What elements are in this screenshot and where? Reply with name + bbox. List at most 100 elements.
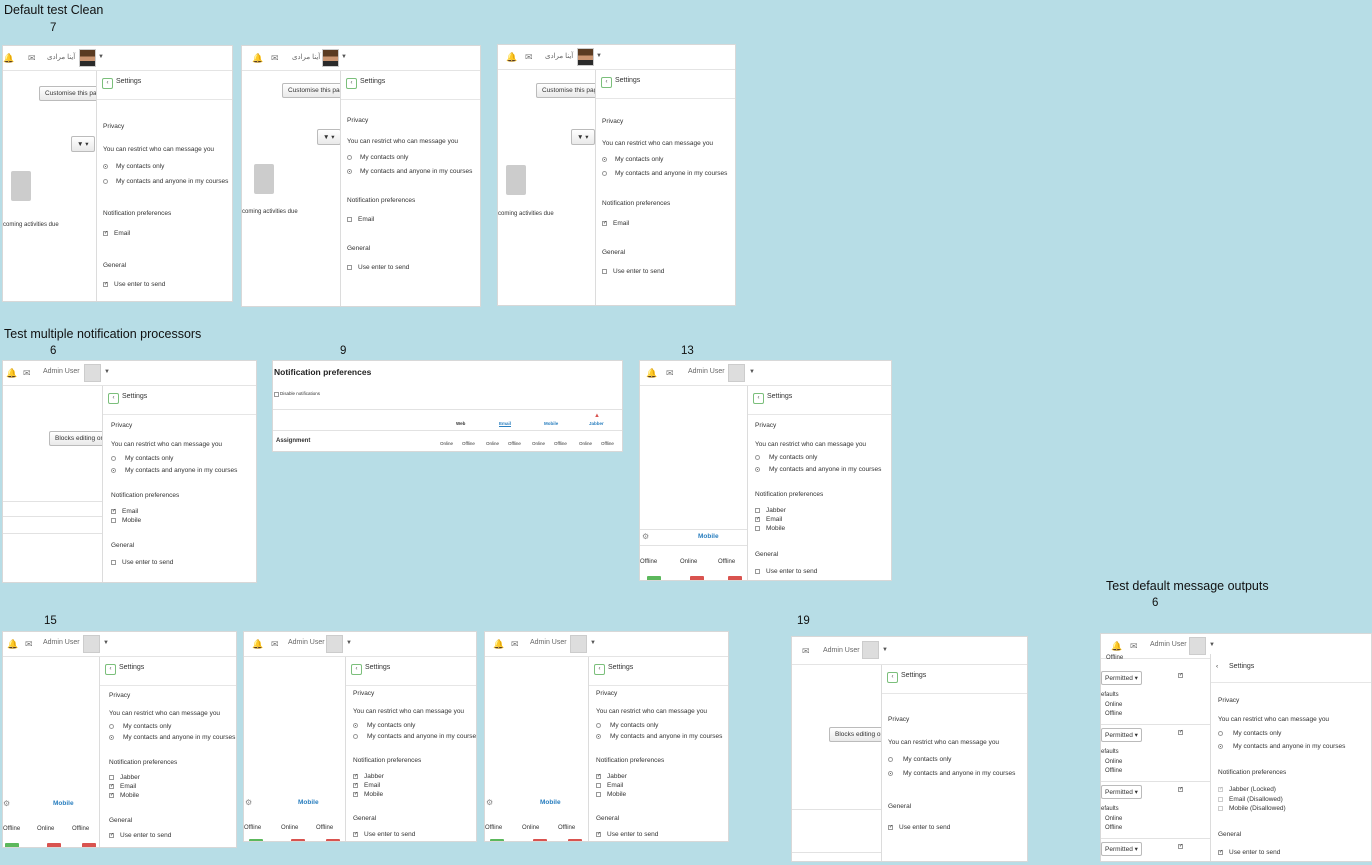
chevron-down-icon[interactable]: ▼ — [98, 54, 104, 60]
message-icon[interactable]: ✉ — [802, 646, 810, 657]
avatar[interactable] — [322, 49, 339, 67]
radio-contacts-anyone[interactable] — [111, 468, 116, 473]
enter-checkbox[interactable]: ✓ — [109, 833, 114, 838]
avatar[interactable] — [84, 364, 101, 382]
mobile-checkbox[interactable]: ✓ — [353, 792, 358, 797]
back-icon[interactable]: ‹ — [753, 393, 764, 404]
cell[interactable]: Online — [440, 441, 453, 446]
cell[interactable]: Online — [486, 441, 499, 446]
cell[interactable]: Online — [532, 441, 545, 446]
user-name[interactable]: Admin User — [823, 647, 860, 654]
toggle-on[interactable] — [5, 843, 19, 847]
back-icon[interactable]: ‹ — [601, 77, 612, 88]
bell-icon[interactable]: 🔔 — [6, 368, 17, 379]
radio-contacts-anyone[interactable] — [888, 771, 893, 776]
mobile-checkbox[interactable]: ✓ — [109, 793, 114, 798]
user-name[interactable]: Admin User — [43, 368, 80, 375]
radio-contacts-anyone[interactable] — [755, 467, 760, 472]
chevron-down-icon[interactable]: ▼ — [596, 53, 602, 59]
jabber-checkbox[interactable]: ✓ — [353, 774, 358, 779]
message-icon[interactable]: ✉ — [525, 52, 533, 63]
jabber-checkbox[interactable] — [755, 508, 760, 513]
filter-button[interactable]: ▼ ▾ — [317, 129, 341, 145]
radio-contacts-anyone[interactable] — [353, 734, 358, 739]
radio-contacts-only[interactable] — [111, 456, 116, 461]
mobile-checkbox[interactable] — [596, 792, 601, 797]
toggle-off[interactable] — [690, 576, 704, 580]
chevron-down-icon[interactable]: ▼ — [590, 640, 596, 646]
chevron-down-icon[interactable]: ▼ — [749, 369, 755, 375]
toggle-off[interactable] — [47, 843, 61, 847]
mobile-checkbox[interactable] — [111, 518, 116, 523]
toggle-off[interactable] — [533, 839, 547, 841]
mobile-column-header[interactable]: Mobile — [698, 533, 719, 540]
toggle-off[interactable] — [326, 839, 340, 841]
avatar[interactable] — [728, 364, 745, 382]
radio-contacts-only[interactable] — [347, 155, 352, 160]
message-icon[interactable]: ✉ — [1130, 641, 1138, 652]
toggle-on[interactable] — [249, 839, 263, 841]
avatar[interactable] — [1189, 637, 1206, 655]
cell[interactable]: Offline — [601, 441, 614, 446]
cell[interactable]: Online — [579, 441, 592, 446]
toggle-off[interactable] — [728, 576, 742, 580]
gear-icon[interactable]: ⚙ — [486, 798, 493, 807]
mobile-column-header[interactable]: Mobile — [53, 800, 74, 807]
email-checkbox[interactable]: ✓ — [109, 784, 114, 789]
radio-contacts-only[interactable] — [755, 455, 760, 460]
user-name[interactable]: Admin User — [530, 639, 567, 646]
enter-checkbox[interactable]: ✓ — [103, 282, 108, 287]
enter-checkbox[interactable] — [755, 569, 760, 574]
back-icon[interactable]: ‹ — [108, 393, 119, 404]
message-icon[interactable]: ✉ — [25, 639, 33, 650]
email-checkbox[interactable] — [347, 217, 352, 222]
enter-checkbox[interactable] — [111, 560, 116, 565]
cell[interactable]: Offline — [508, 441, 521, 446]
bell-icon[interactable]: 🔔 — [506, 52, 517, 63]
jabber-checkbox[interactable]: ✓ — [596, 774, 601, 779]
permission-select[interactable]: Permitted ▾ — [1101, 671, 1142, 685]
chevron-down-icon[interactable]: ▼ — [346, 640, 352, 646]
avatar[interactable] — [577, 48, 594, 66]
toggle-off[interactable] — [568, 839, 582, 841]
permission-select[interactable]: Permitted ▾ — [1101, 842, 1142, 856]
chevron-down-icon[interactable]: ▼ — [104, 369, 110, 375]
email-checkbox[interactable]: ✓ — [602, 221, 607, 226]
cell[interactable]: Offline — [554, 441, 567, 446]
message-icon[interactable]: ✉ — [271, 639, 279, 650]
column-header[interactable]: Email — [499, 421, 511, 426]
chevron-down-icon[interactable]: ▼ — [341, 54, 347, 60]
back-icon[interactable]: ‹ — [346, 78, 357, 89]
toggle-on[interactable] — [647, 576, 661, 580]
radio-contacts-only[interactable] — [888, 757, 893, 762]
avatar[interactable] — [79, 49, 96, 67]
radio-contacts-anyone[interactable] — [596, 734, 601, 739]
chevron-down-icon[interactable]: ▼ — [1209, 642, 1215, 648]
user-name[interactable]: Admin User — [43, 639, 80, 646]
toggle-on[interactable] — [490, 839, 504, 841]
user-name[interactable]: Admin User — [688, 368, 725, 375]
user-name[interactable]: Admin User — [1150, 641, 1187, 648]
radio-contacts-anyone[interactable] — [347, 169, 352, 174]
mobile-checkbox[interactable] — [755, 526, 760, 531]
bell-icon[interactable]: 🔔 — [1111, 641, 1122, 652]
gear-icon[interactable]: ⚙ — [3, 799, 10, 808]
enter-checkbox[interactable] — [602, 269, 607, 274]
user-name[interactable]: آینا مرادی — [545, 52, 573, 60]
email-checkbox[interactable]: ✓ — [111, 509, 116, 514]
radio-contacts-only[interactable] — [596, 723, 601, 728]
avatar[interactable] — [862, 641, 879, 659]
mobile-column-header[interactable]: Mobile — [298, 799, 319, 806]
email-checkbox[interactable]: ✓ — [353, 783, 358, 788]
default-checkbox[interactable]: ✓ — [1178, 673, 1183, 678]
disable-notifications-checkbox[interactable] — [274, 392, 279, 397]
user-name[interactable]: Admin User — [288, 639, 325, 646]
radio-contacts-anyone[interactable] — [1218, 744, 1223, 749]
default-checkbox[interactable]: ✓ — [1178, 844, 1183, 849]
radio-contacts-only[interactable] — [602, 157, 607, 162]
radio-contacts-only[interactable] — [353, 723, 358, 728]
toggle-off[interactable] — [82, 843, 96, 847]
avatar[interactable] — [326, 635, 343, 653]
jabber-checkbox[interactable] — [109, 775, 114, 780]
back-icon[interactable]: ‹ — [102, 78, 113, 89]
